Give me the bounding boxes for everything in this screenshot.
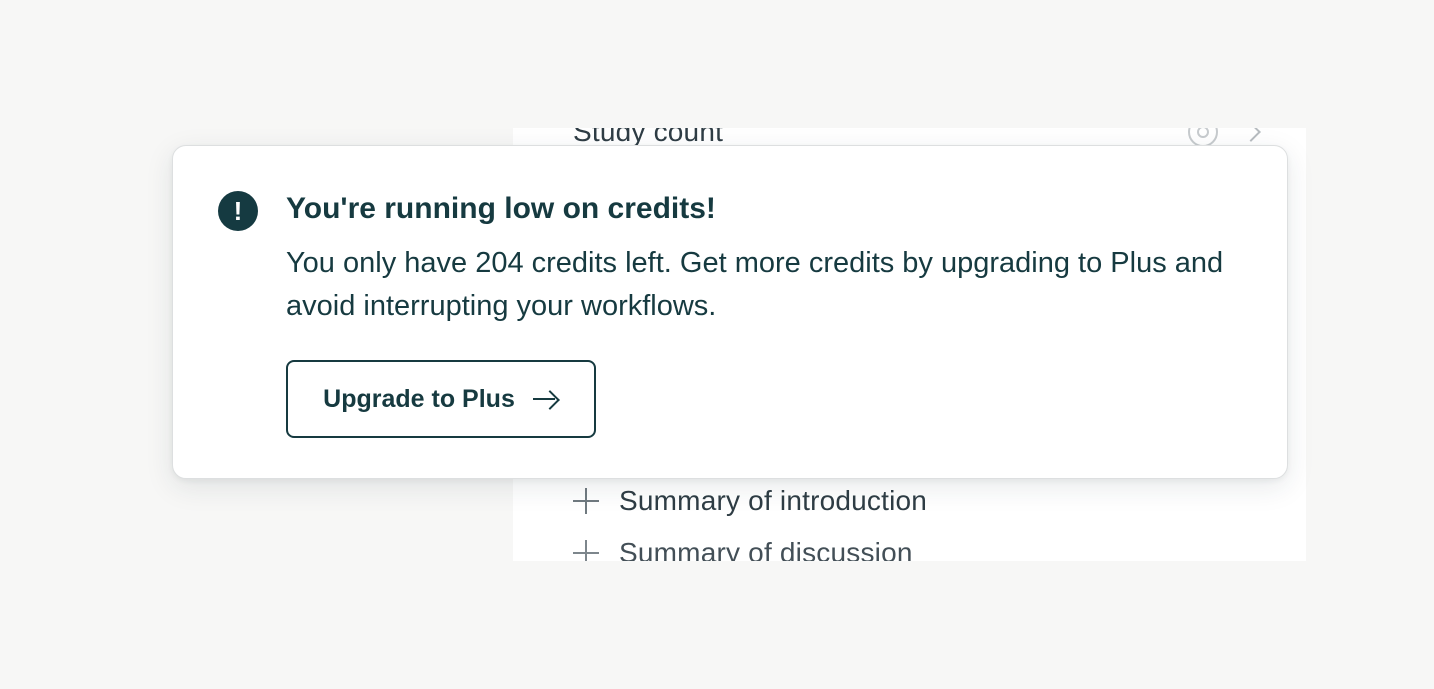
summary-item-label: Summary of discussion	[619, 537, 913, 561]
notification-title: You're running low on credits!	[286, 192, 716, 225]
alert-symbol: !	[233, 196, 243, 226]
plus-icon[interactable]	[573, 488, 599, 514]
summary-item[interactable]: Summary of introduction	[573, 481, 1266, 521]
upgrade-button-label: Upgrade to Plus	[323, 384, 515, 413]
alert-circle-icon: !	[218, 191, 258, 231]
notification-message: You only have 204 credits left. Get more…	[286, 247, 1224, 322]
plus-icon[interactable]	[573, 540, 599, 561]
chevron-right-icon[interactable]	[1241, 128, 1261, 142]
summary-item[interactable]: Summary of discussion	[573, 533, 1266, 561]
low-credits-notification: ! You're running low on credits! You onl…	[172, 145, 1288, 479]
arrow-right-icon	[532, 390, 559, 408]
upgrade-to-plus-button[interactable]: Upgrade to Plus	[286, 360, 596, 438]
summary-item-label: Summary of introduction	[619, 485, 928, 516]
